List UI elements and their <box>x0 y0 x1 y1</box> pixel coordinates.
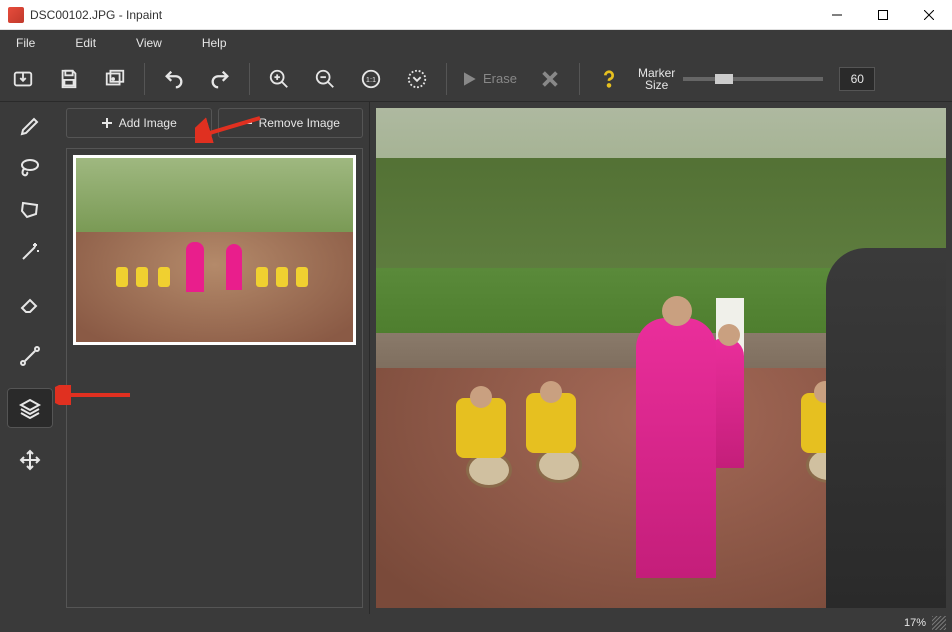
minimize-button[interactable] <box>814 0 860 30</box>
cancel-button[interactable] <box>528 59 572 99</box>
redo-button[interactable] <box>198 59 242 99</box>
erase-label: Erase <box>483 71 517 86</box>
remove-image-button[interactable]: Remove Image <box>218 108 364 138</box>
zoom-out-button[interactable] <box>303 59 347 99</box>
save-button[interactable] <box>47 59 91 99</box>
toolbar-separator <box>249 63 250 95</box>
image-canvas[interactable] <box>376 108 946 608</box>
help-button[interactable] <box>587 59 631 99</box>
left-toolbar <box>0 102 60 614</box>
remove-image-label: Remove Image <box>259 116 340 130</box>
marker-size-label: Marker Size <box>638 67 675 91</box>
main-toolbar: 1:1 Erase Marker Size 60 <box>0 56 952 102</box>
batch-button[interactable] <box>93 59 137 99</box>
side-panel-buttons: Add Image Remove Image <box>60 102 369 142</box>
menu-help[interactable]: Help <box>190 30 255 56</box>
toolbar-separator <box>446 63 447 95</box>
menu-edit[interactable]: Edit <box>63 30 124 56</box>
move-tool[interactable] <box>7 440 53 480</box>
add-image-label: Add Image <box>119 116 177 130</box>
menu-view[interactable]: View <box>124 30 190 56</box>
eraser-tool[interactable] <box>7 284 53 324</box>
thumbnail-item[interactable] <box>73 155 356 345</box>
side-panel: Add Image Remove Image <box>60 102 370 614</box>
canvas-area[interactable] <box>370 102 952 614</box>
marker-tool[interactable] <box>7 106 53 146</box>
toolbar-separator <box>579 63 580 95</box>
guide-line-tool[interactable] <box>7 336 53 376</box>
marker-size-value[interactable]: 60 <box>839 67 875 91</box>
multi-view-tool[interactable] <box>7 388 53 428</box>
undo-button[interactable] <box>152 59 196 99</box>
thumbnail-list[interactable] <box>66 148 363 608</box>
resize-grip-icon[interactable] <box>932 616 946 630</box>
marker-size-slider[interactable] <box>683 77 823 81</box>
app-icon <box>8 7 24 23</box>
window-controls <box>814 0 952 30</box>
status-bar: 17% <box>0 614 952 632</box>
marker-size-group: Marker Size 60 <box>638 67 875 91</box>
magic-wand-tool[interactable] <box>7 232 53 272</box>
toolbar-separator <box>144 63 145 95</box>
zoom-actual-button[interactable]: 1:1 <box>349 59 393 99</box>
window-title: DSC00102.JPG - Inpaint <box>30 8 814 22</box>
erase-group[interactable]: Erase <box>453 69 527 89</box>
svg-text:1:1: 1:1 <box>366 74 376 83</box>
add-image-button[interactable]: Add Image <box>66 108 212 138</box>
polygon-lasso-tool[interactable] <box>7 190 53 230</box>
menu-bar: File Edit View Help <box>0 30 952 56</box>
open-button[interactable] <box>1 59 45 99</box>
body-area: Add Image Remove Image <box>0 102 952 614</box>
title-bar: DSC00102.JPG - Inpaint <box>0 0 952 30</box>
maximize-button[interactable] <box>860 0 906 30</box>
lasso-tool[interactable] <box>7 148 53 188</box>
zoom-fit-button[interactable] <box>395 59 439 99</box>
zoom-level: 17% <box>904 617 926 629</box>
close-button[interactable] <box>906 0 952 30</box>
zoom-in-button[interactable] <box>257 59 301 99</box>
menu-file[interactable]: File <box>4 30 63 56</box>
